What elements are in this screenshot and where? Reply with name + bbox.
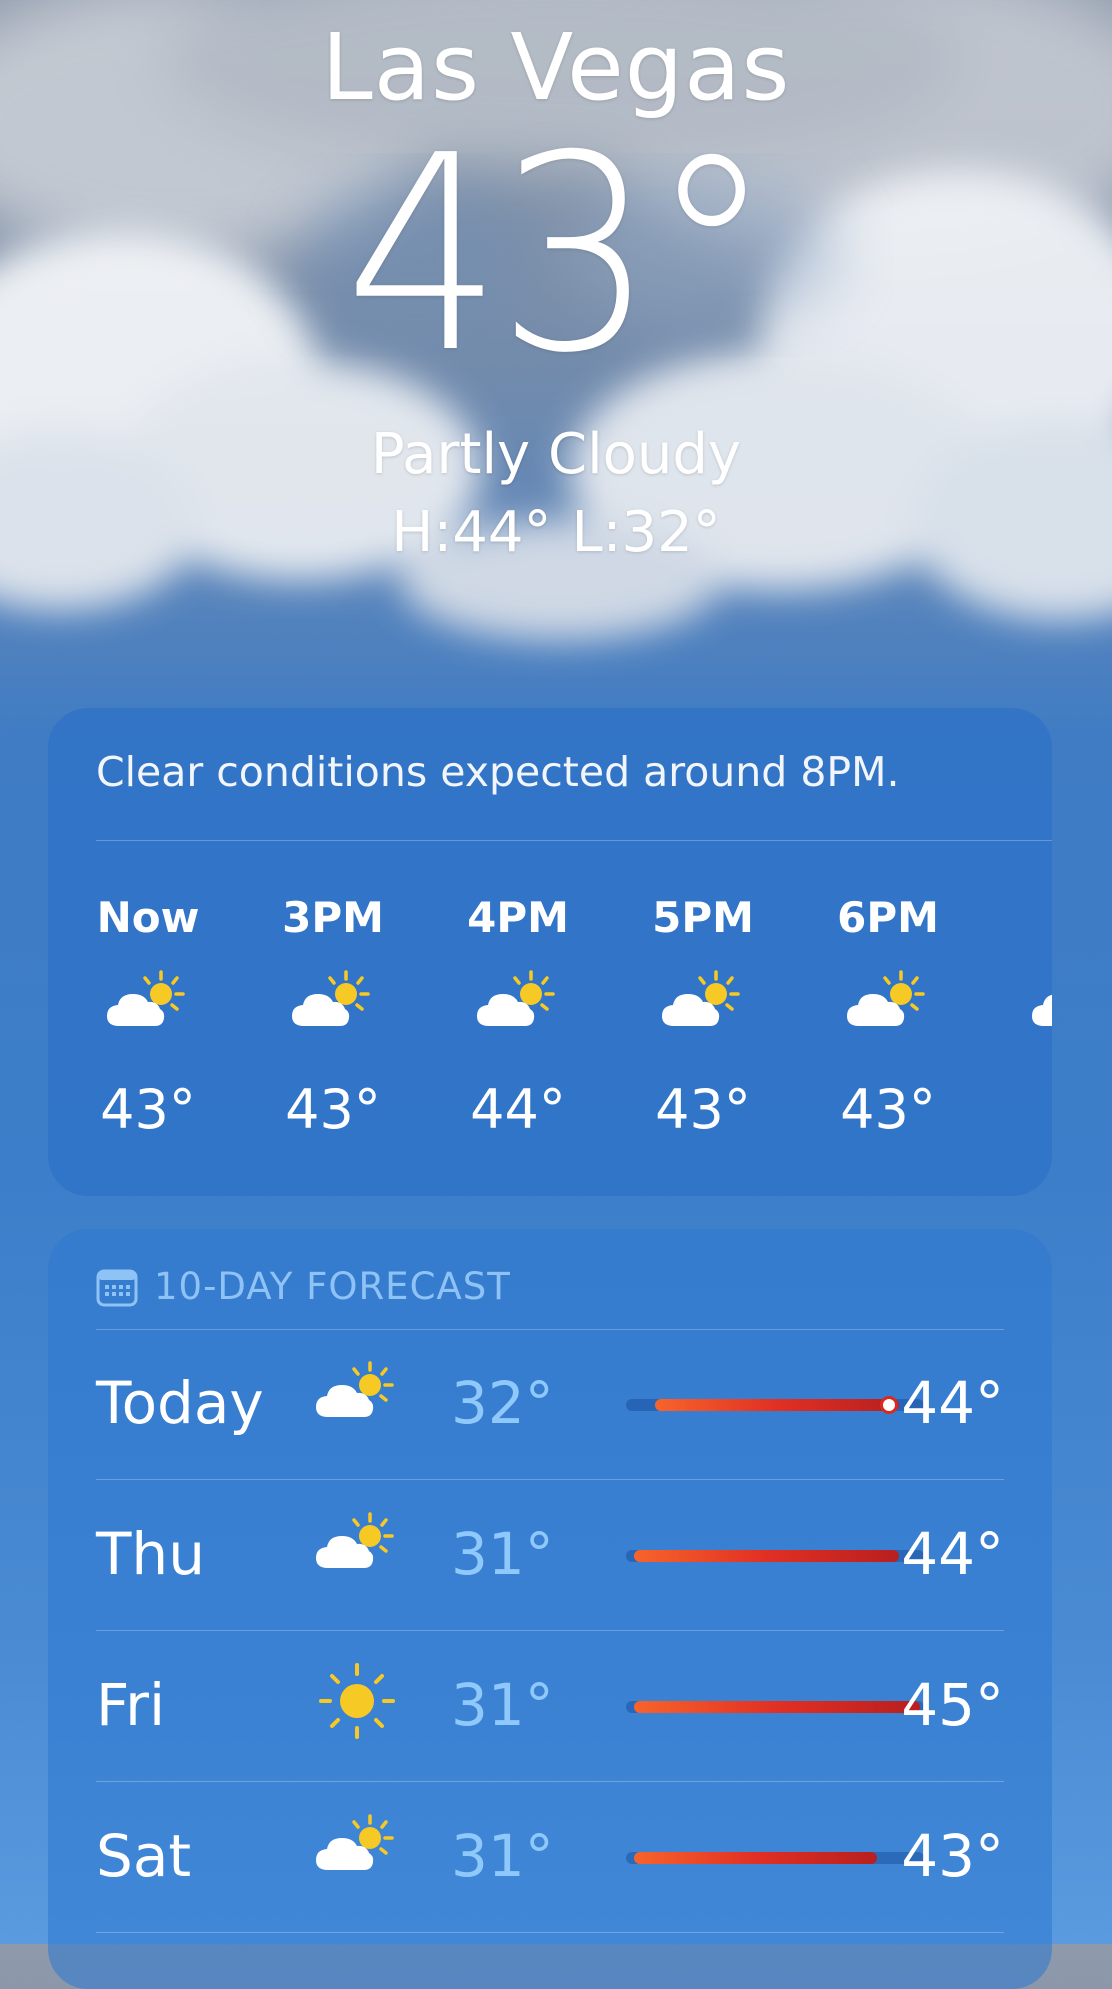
hourly-list[interactable]: Now 43° 3PM 43° 4PM 44° 5PM 43° 6PM 43° … [48,888,1052,1188]
hour-temp: 44° [470,1078,566,1141]
current-temperature: 43° [344,97,773,412]
hour-item[interactable]: 6PM 43° [808,888,968,1141]
partly-cloudy-icon [68,968,228,1068]
hour-time: 4PM [467,893,569,942]
forecast-low: 31° [451,1671,554,1739]
forecast-row-fri[interactable]: Fri 31° 45° [96,1631,1004,1781]
hour-time: 6PM [837,893,939,942]
hour-item[interactable]: 4PM 44° [438,888,598,1141]
high-low: H:44° L:32° [0,500,1112,565]
forecast-heading: 10-DAY FORECAST [96,1265,511,1308]
forecast-row-today[interactable]: Today 32° 44° [96,1329,1004,1479]
partly-cloudy-icon [312,1812,412,1892]
forecast-high: 45° [901,1671,1004,1739]
hour-item[interactable]: 7 4 [993,888,1052,1141]
hour-temp: 43° [655,1078,751,1141]
condition-text: Partly Cloudy [370,422,742,487]
partly-cloudy-icon [808,968,968,1068]
hour-temp: 4 [993,1078,1052,1141]
forecast-high: 44° [901,1520,1004,1588]
ten-day-forecast-card[interactable]: 10-DAY FORECAST Today 32° 44° Thu 31° 44… [48,1229,1052,1989]
hour-time: 5PM [652,893,754,942]
hour-item[interactable]: Now 43° [68,888,228,1141]
forecast-heading-text: 10-DAY FORECAST [154,1265,511,1308]
partly-cloudy-icon [312,1359,412,1439]
partly-cloudy-icon [993,968,1052,1068]
forecast-low: 31° [451,1822,554,1890]
hour-time: 3PM [282,893,384,942]
temp-range-fill [634,1852,878,1864]
hour-item[interactable]: 3PM 43° [253,888,413,1141]
temp-range-bar [626,1852,924,1864]
hourly-forecast-card[interactable]: Clear conditions expected around 8PM. No… [48,708,1052,1196]
hour-item[interactable]: 5PM 43° [623,888,783,1141]
forecast-row-sat[interactable]: Sat 31° 43° [96,1782,1004,1932]
temp-range-bar [626,1550,924,1562]
hourly-summary: Clear conditions expected around 8PM. [96,748,900,796]
forecast-low: 31° [451,1520,554,1588]
high-temp: H:44° [391,500,552,565]
hour-temp: 43° [285,1078,381,1141]
partly-cloudy-icon [623,968,783,1068]
forecast-row-thu[interactable]: Thu 31° 44° [96,1480,1004,1630]
hour-temp: 43° [100,1078,196,1141]
divider [96,840,1052,841]
temp-range-bar [626,1399,924,1411]
forecast-day: Today [96,1369,264,1437]
calendar-icon [96,1269,138,1306]
low-temp: L:32° [571,500,721,565]
partly-cloudy-icon [253,968,413,1068]
partly-cloudy-icon [312,1510,412,1590]
hour-time: 7 [993,888,1052,948]
forecast-high: 43° [901,1822,1004,1890]
hour-temp: 43° [840,1078,936,1141]
temp-range-fill [655,1399,899,1411]
temp-range-bar [626,1701,924,1713]
forecast-day: Fri [96,1671,166,1739]
temp-range-fill [634,1701,920,1713]
forecast-low: 32° [451,1369,554,1437]
forecast-day: Sat [96,1822,192,1890]
forecast-day: Thu [96,1520,205,1588]
divider [96,1932,1004,1933]
sun-icon [312,1661,412,1741]
forecast-high: 44° [901,1369,1004,1437]
hour-time: Now [96,893,200,942]
partly-cloudy-icon [438,968,598,1068]
temp-range-fill [634,1550,899,1562]
